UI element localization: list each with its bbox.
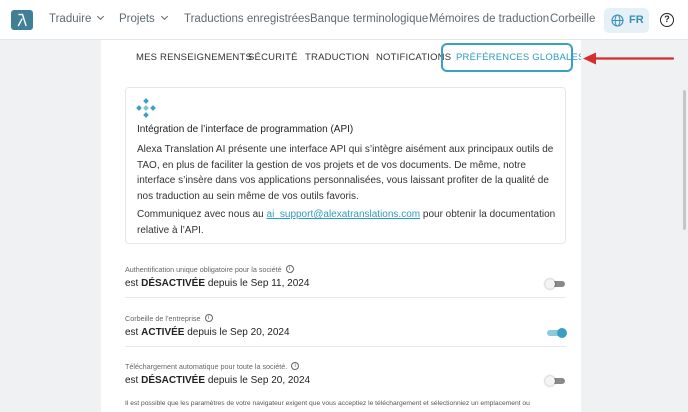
tab-securite[interactable]: SÉCURITÉ [248, 52, 298, 63]
status-prefix: est [125, 375, 139, 386]
setting-sso-label: Authentification unique obligatoire pour… [125, 265, 282, 274]
toggle-knob [557, 328, 567, 338]
auto-download-toggle[interactable] [545, 376, 565, 386]
setting-download-label: Téléchargement automatique pour toute la… [125, 362, 288, 371]
divider [125, 346, 566, 347]
nav-traductions-enregistrees[interactable]: Traductions enregistrées [184, 13, 310, 25]
nav-projets-label: Projets [119, 13, 155, 25]
setting-trash-label: Corbeille de l’entreprise [125, 314, 201, 323]
setting-status: est ACTIVÉE depuis le Sep 20, 2024 [125, 327, 290, 338]
question-circle-icon[interactable]: ? [660, 13, 674, 27]
chevron-down-icon [97, 12, 105, 21]
setting-label: Corbeille de l’entreprise i [125, 314, 213, 323]
tab-preferences-globales[interactable]: PRÉFÉRENCES GLOBALES [456, 52, 581, 63]
settings-card: MES RENSEIGNEMENTS SÉCURITÉ TRADUCTION N… [101, 40, 581, 412]
status-state: DÉSACTIVÉE [141, 278, 206, 289]
api-title: Intégration de l’interface de programmat… [137, 124, 354, 135]
top-nav-bar: Traduire Projets Traductions enregistrée… [0, 0, 688, 40]
nav-projets[interactable]: Projets [119, 12, 168, 25]
nav-memoires-de-traduction[interactable]: Mémoires de traduction [429, 13, 549, 25]
divider [125, 297, 566, 298]
info-icon[interactable]: i [204, 314, 213, 323]
toggle-knob [545, 279, 555, 289]
setting-status: est DÉSACTIVÉE depuis le Sep 20, 2024 [125, 375, 310, 386]
api-contact-text: Communiquez avec nous au ai_support@alex… [137, 207, 562, 238]
red-arrow-icon [583, 52, 675, 65]
page-scrollbar[interactable] [683, 90, 686, 230]
status-date: depuis le Sep 20, 2024 [207, 375, 311, 386]
status-state: ACTIVÉE [141, 327, 185, 338]
setting-label: Authentification unique obligatoire pour… [125, 265, 294, 274]
tab-mes-renseignements[interactable]: MES RENSEIGNEMENTS [136, 52, 252, 63]
api-integration-box: Intégration de l’interface de programmat… [125, 87, 566, 244]
status-date: depuis le Sep 20, 2024 [187, 327, 290, 338]
language-selector[interactable]: FR [604, 8, 649, 33]
toggle-knob [545, 376, 555, 386]
download-footnote: Il est possible que les paramètres de vo… [125, 400, 530, 407]
setting-label: Téléchargement automatique pour toute la… [125, 362, 300, 371]
app-logo[interactable] [11, 10, 33, 30]
chevron-down-icon [160, 12, 168, 21]
api-diamond-icon [136, 98, 156, 118]
language-label: FR [629, 14, 644, 26]
nav-corbeille[interactable]: Corbeille [550, 13, 595, 25]
tab-notifications[interactable]: NOTIFICATIONS [376, 52, 451, 63]
api-contact-prefix: Communiquez avec nous au [137, 209, 264, 220]
nav-traduire-label: Traduire [49, 13, 92, 25]
status-date: depuis le Sep 11, 2024 [207, 278, 310, 289]
trash-toggle[interactable] [547, 328, 567, 338]
status-state: DÉSACTIVÉE [141, 375, 206, 386]
info-icon[interactable]: i [285, 265, 294, 274]
sso-toggle[interactable] [545, 279, 565, 289]
lambda-logo-icon [17, 13, 27, 27]
globe-icon [611, 14, 624, 27]
status-prefix: est [125, 327, 139, 338]
info-icon[interactable]: i [291, 362, 300, 371]
support-email-link[interactable]: ai_support@alexatranslations.com [267, 209, 421, 220]
nav-banque-terminologique[interactable]: Banque terminologique [310, 13, 428, 25]
api-description: Alexa Translation AI présente une interf… [137, 144, 554, 202]
setting-status: est DÉSACTIVÉE depuis le Sep 11, 2024 [125, 278, 309, 289]
nav-traduire[interactable]: Traduire [49, 12, 105, 25]
status-prefix: est [125, 278, 139, 289]
tab-traduction[interactable]: TRADUCTION [305, 52, 369, 63]
